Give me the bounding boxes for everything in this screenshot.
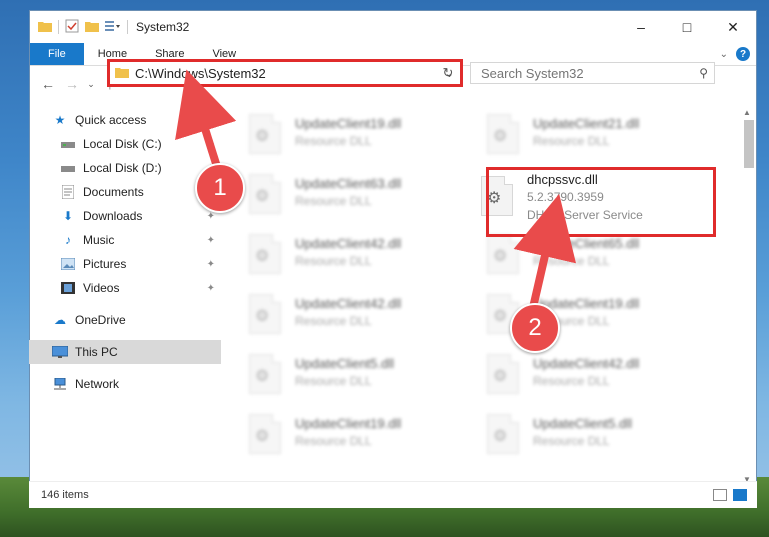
step-marker-2: 2 — [510, 303, 560, 353]
forward-button[interactable]: → — [60, 72, 84, 96]
search-input[interactable] — [479, 64, 683, 82]
minimize-button[interactable]: – — [618, 11, 664, 43]
folder-icon — [115, 66, 129, 81]
maximize-button[interactable]: □ — [664, 11, 710, 43]
address-bar[interactable]: C:\Windows\System32 ⌄ — [107, 59, 463, 87]
step-marker-1: 1 — [195, 163, 245, 213]
window-title: System32 — [136, 20, 190, 34]
address-path: C:\Windows\System32 — [135, 65, 266, 81]
search-box[interactable]: ⚲ — [470, 62, 715, 84]
search-icon: ⚲ — [699, 66, 708, 80]
properties-icon[interactable] — [65, 19, 79, 36]
new-folder-icon[interactable] — [85, 20, 99, 35]
recent-locations-button[interactable]: ⌄ — [84, 72, 98, 96]
help-icon[interactable]: ? — [736, 47, 750, 61]
refresh-button[interactable]: ↻ — [438, 62, 458, 84]
back-button[interactable]: ← — [36, 72, 60, 96]
expand-ribbon-icon[interactable]: ⌄ — [720, 49, 728, 60]
tab-file[interactable]: File — [30, 43, 84, 65]
folder-icon — [38, 20, 52, 35]
toolbar-divider — [127, 20, 128, 34]
quick-access-toolbar — [30, 19, 128, 36]
title-bar: System32 – □ ✕ — [30, 11, 756, 43]
customize-icon[interactable] — [105, 20, 121, 35]
close-button[interactable]: ✕ — [710, 11, 756, 43]
toolbar-divider — [58, 20, 59, 34]
